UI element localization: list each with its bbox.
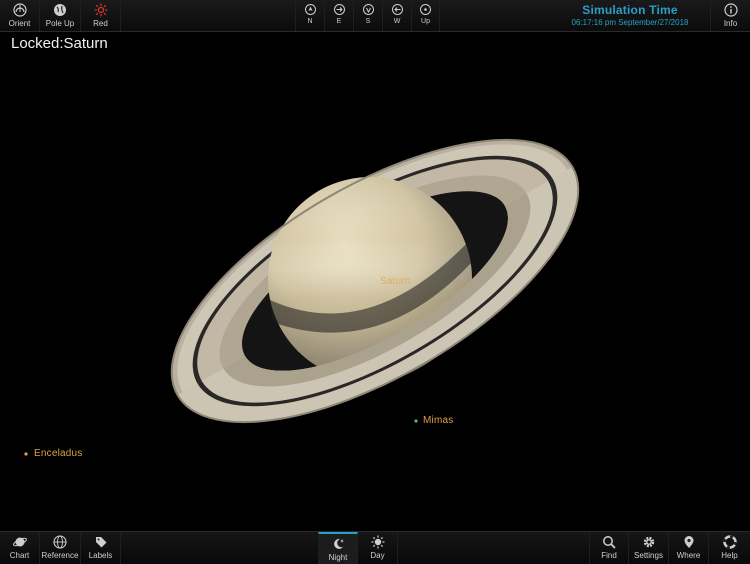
search-icon xyxy=(603,536,616,549)
gear-icon xyxy=(643,536,654,548)
enceladus-label[interactable]: Enceladus xyxy=(34,448,83,459)
compass-label-up: Up xyxy=(421,18,430,25)
moon-star-icon xyxy=(334,538,344,549)
compass-east-button[interactable]: E xyxy=(324,0,353,31)
east-arrow-icon xyxy=(333,4,345,15)
reference-grid-icon xyxy=(53,535,67,549)
simulation-time-title: Simulation Time xyxy=(582,3,678,17)
compass-up-button[interactable]: Up xyxy=(411,0,440,31)
night-label: Night xyxy=(328,553,348,562)
chart-button[interactable]: Chart xyxy=(0,532,40,564)
labels-button[interactable]: Labels xyxy=(81,532,121,564)
enceladus-dot xyxy=(24,452,28,456)
red-light-icon xyxy=(94,3,107,17)
top-toolbar: Orient Pole Up Red N E S W Up Simulation… xyxy=(0,0,750,32)
tag-icon xyxy=(95,537,106,548)
up-dot-icon xyxy=(420,4,431,15)
settings-label: Settings xyxy=(634,551,663,560)
bottom-toolbar: Chart Reference Labels Night Day Find Se… xyxy=(0,531,750,564)
day-label: Day xyxy=(370,551,385,560)
reference-button[interactable]: Reference xyxy=(40,532,81,564)
pole-up-label: Pole Up xyxy=(45,19,75,28)
mimas-label[interactable]: Mimas xyxy=(423,415,453,426)
saturn-label[interactable]: Saturn xyxy=(380,276,411,287)
labels-label: Labels xyxy=(88,551,113,560)
info-icon xyxy=(723,3,738,17)
mimas-dot xyxy=(414,419,418,423)
reference-label: Reference xyxy=(41,551,79,560)
where-button[interactable]: Where xyxy=(669,532,709,564)
night-mode-button[interactable]: Night xyxy=(318,532,358,564)
compass-label-s: S xyxy=(365,18,371,25)
help-button[interactable]: Help xyxy=(709,532,750,564)
pole-up-button[interactable]: Pole Up xyxy=(40,0,81,31)
red-mode-button[interactable]: Red xyxy=(81,0,121,31)
compass-label-n: N xyxy=(307,18,313,25)
info-label: Info xyxy=(723,19,738,28)
location-pin-icon xyxy=(684,536,693,548)
south-arrow-icon xyxy=(362,4,374,15)
orient-button[interactable]: Orient xyxy=(0,0,40,31)
find-label: Find xyxy=(601,551,617,560)
north-arrow-icon xyxy=(304,4,316,15)
chart-label: Chart xyxy=(9,551,30,560)
where-label: Where xyxy=(676,551,701,560)
simulation-time[interactable]: Simulation Time 06:17:16 pm September/27… xyxy=(560,3,700,27)
compass-label-w: W xyxy=(393,18,401,25)
west-arrow-icon xyxy=(391,4,403,15)
compass-west-button[interactable]: W xyxy=(382,0,411,31)
orient-label: Orient xyxy=(8,19,31,28)
info-button[interactable]: Info xyxy=(710,0,750,31)
day-mode-button[interactable]: Day xyxy=(358,532,398,564)
lifebuoy-icon xyxy=(722,535,737,549)
orient-icon xyxy=(12,3,27,17)
saturn-image[interactable] xyxy=(0,32,750,531)
compass-south-button[interactable]: S xyxy=(353,0,382,31)
red-label: Red xyxy=(93,19,108,28)
planet-chart-icon xyxy=(12,537,27,547)
help-label: Help xyxy=(721,551,738,560)
globe-icon xyxy=(54,4,66,16)
settings-button[interactable]: Settings xyxy=(629,532,669,564)
find-button[interactable]: Find xyxy=(589,532,629,564)
sky-view[interactable]: Locked:Saturn Saturn Mimas Enceladus xyxy=(0,32,750,531)
sun-icon xyxy=(371,535,384,549)
compass-north-button[interactable]: N xyxy=(295,0,324,31)
compass-label-e: E xyxy=(336,18,342,25)
simulation-datetime: 06:17:16 pm September/27/2018 xyxy=(571,18,689,27)
